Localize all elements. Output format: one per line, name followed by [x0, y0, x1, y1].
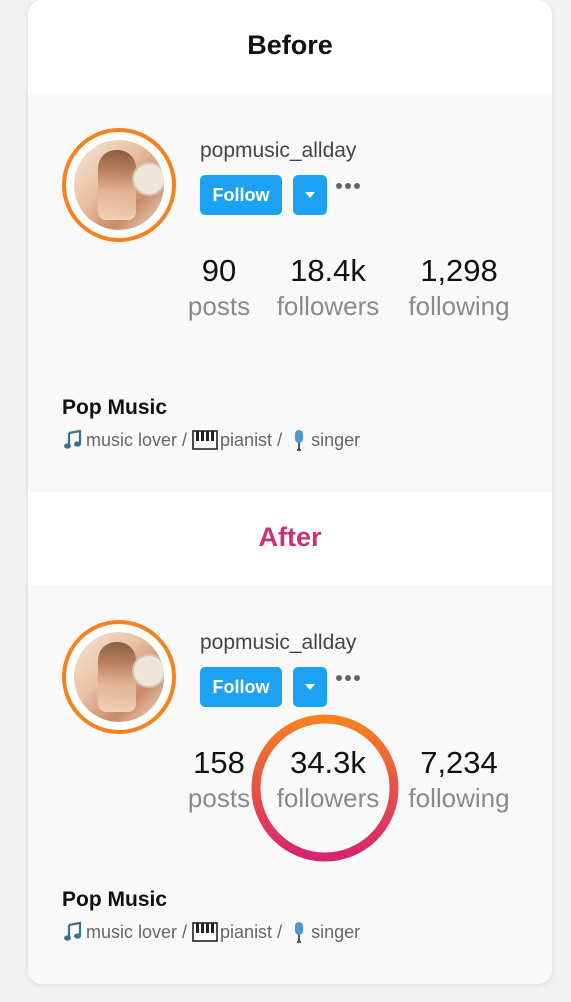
more-icon[interactable] [336, 673, 360, 683]
stat-following[interactable]: 7,234 following [398, 745, 520, 815]
profile-panel-after: popmusic_allday Follow 158 posts 34.3k f… [28, 585, 552, 984]
music-note-icon [64, 429, 82, 449]
following-label: following [408, 783, 510, 813]
avatar[interactable] [62, 128, 176, 242]
profile-panel-before: popmusic_allday Follow 90 posts 18.4k fo… [28, 93, 552, 492]
username[interactable]: popmusic_allday [200, 139, 356, 163]
avatar-image [74, 140, 164, 230]
bio-part-pianist: pianist / [220, 429, 283, 450]
stat-posts[interactable]: 90 posts [178, 253, 260, 323]
comparison-card: Before popmusic_allday Follow 90 posts 1… [28, 0, 552, 984]
chevron-down-icon [305, 684, 315, 690]
bio-name: Pop Music [62, 888, 168, 911]
stat-followers[interactable]: 18.4k followers [266, 253, 390, 323]
music-note-icon [64, 921, 82, 941]
following-count: 1,298 [420, 253, 498, 288]
posts-label: posts [187, 291, 251, 321]
bio-name: Pop Music [62, 396, 168, 419]
bio-part-singer: singer [311, 921, 361, 942]
piano-icon [192, 430, 218, 450]
stat-following[interactable]: 1,298 following [398, 253, 520, 323]
follow-dropdown-button[interactable] [293, 175, 327, 215]
followers-label: followers [276, 291, 380, 321]
following-label: following [408, 291, 510, 321]
follow-button[interactable]: Follow [200, 667, 282, 707]
bio-part-music: music lover / [86, 429, 188, 450]
piano-icon [192, 922, 218, 942]
microphone-icon [295, 430, 304, 451]
bio-part-music: music lover / [86, 921, 188, 942]
posts-count: 90 [201, 253, 237, 288]
avatar-image [74, 632, 164, 722]
posts-label: posts [187, 783, 251, 813]
bio-part-singer: singer [311, 429, 361, 450]
follow-button[interactable]: Follow [200, 175, 282, 215]
section-title-before: Before [247, 30, 333, 60]
bio-text: music lover / pianist / singer [62, 429, 360, 451]
chevron-down-icon [305, 192, 315, 198]
stat-posts[interactable]: 158 posts [178, 745, 260, 815]
username[interactable]: popmusic_allday [200, 631, 356, 655]
following-count: 7,234 [420, 745, 498, 780]
section-title-after: After [258, 522, 322, 552]
followers-count: 18.4k [290, 253, 366, 288]
followers-highlight-ring [251, 714, 399, 862]
bio-text: music lover / pianist / singer [62, 921, 360, 943]
bio-part-pianist: pianist / [220, 921, 283, 942]
microphone-icon [295, 922, 304, 943]
posts-count: 158 [193, 745, 245, 780]
more-icon[interactable] [336, 181, 360, 191]
avatar[interactable] [62, 620, 176, 734]
follow-dropdown-button[interactable] [293, 667, 327, 707]
